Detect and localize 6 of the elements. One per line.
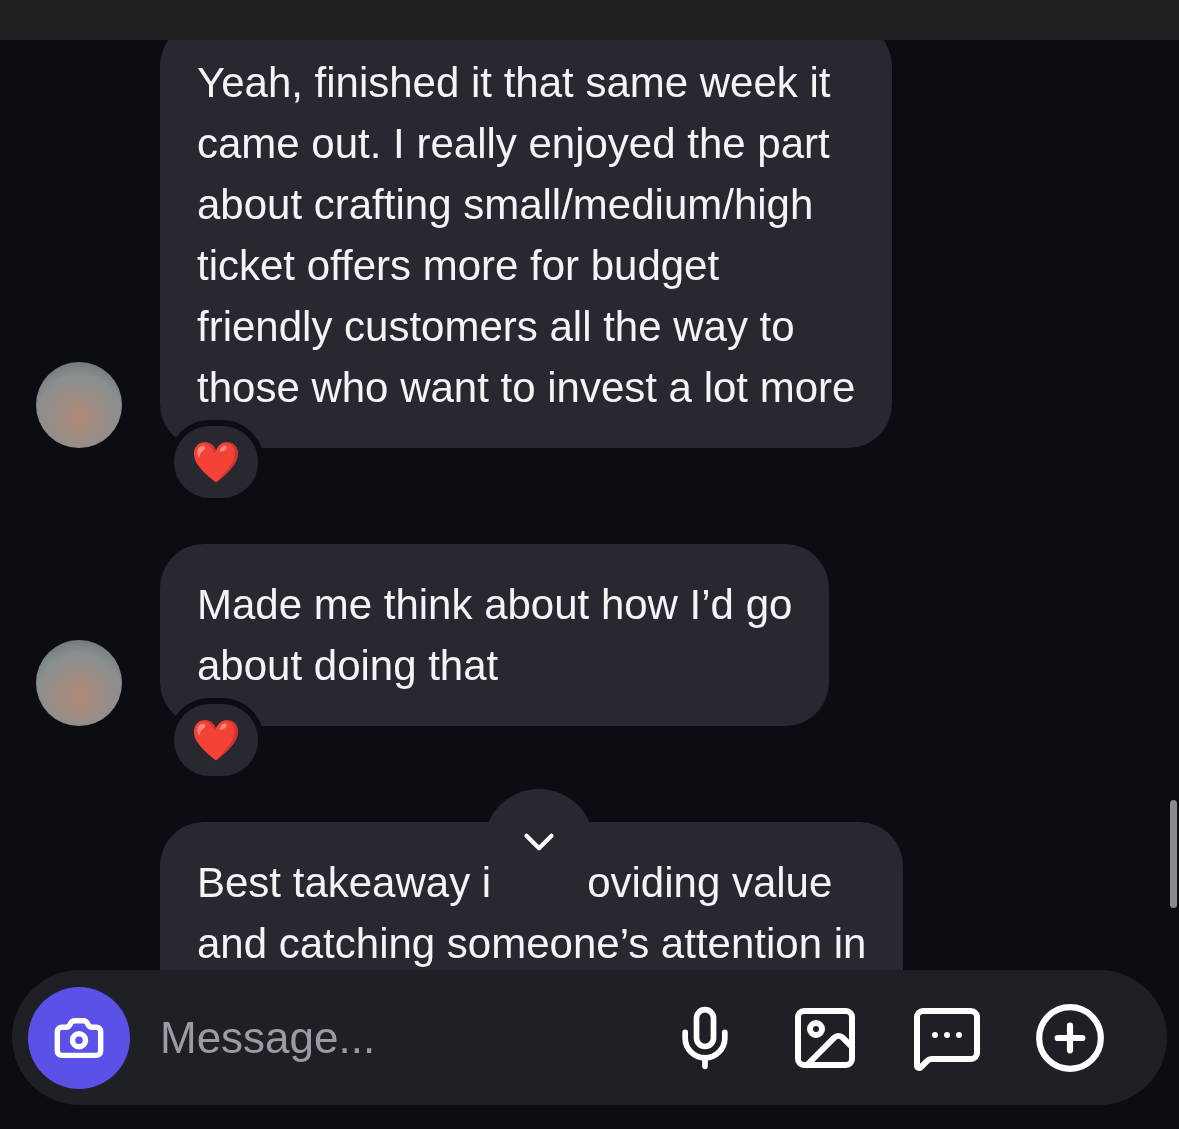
message-text: Made me think about how I’d go about doing that (197, 580, 793, 691)
message-text: Yeah, finished it that same week it came out. I really enjoyed the part about crafting small/medium/high ticket offers more for budget friendly customers all the way to those who want to invest a lot more (197, 58, 856, 413)
message-text: Best takeaway i (197, 858, 492, 908)
message-input[interactable]: Message... (160, 1004, 671, 1071)
message-text: and catching someone’s attention in (197, 919, 867, 969)
message-text: oviding value (587, 858, 833, 908)
